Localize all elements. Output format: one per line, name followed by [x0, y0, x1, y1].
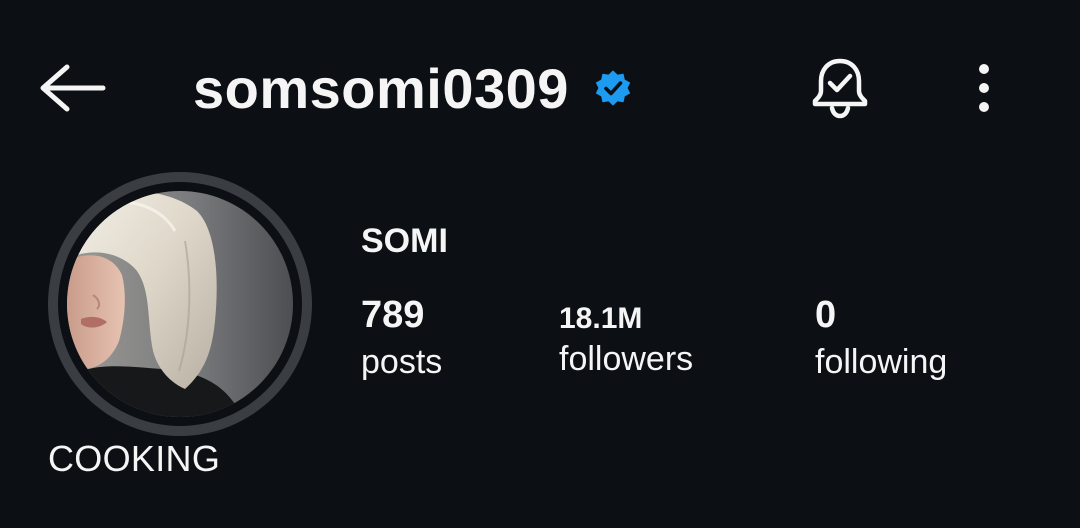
stat-posts[interactable]: 789 posts [361, 294, 442, 382]
avatar-frame [58, 182, 302, 426]
arrow-left-icon [40, 64, 106, 112]
display-name: SOMI [361, 222, 448, 260]
stat-followers[interactable]: 18.1M followers [559, 302, 693, 379]
posts-count: 789 [361, 294, 425, 336]
more-vertical-icon [979, 64, 989, 112]
username: somsomi0309 [193, 56, 569, 120]
notifications-button[interactable] [806, 52, 874, 124]
bell-check-icon [812, 58, 868, 119]
posts-label: posts [361, 343, 443, 381]
stat-following[interactable]: 0 following [815, 294, 947, 382]
followers-count: 18.1M [559, 302, 643, 335]
following-count: 0 [815, 294, 837, 336]
avatar-ring[interactable] [48, 172, 312, 436]
verified-badge-icon [593, 68, 633, 108]
back-button[interactable] [36, 56, 108, 120]
header-title: somsomi0309 [193, 52, 633, 124]
followers-label: followers [559, 340, 694, 378]
following-label: following [815, 343, 948, 381]
avatar [67, 191, 293, 417]
note-label[interactable]: COOKING [48, 438, 220, 480]
more-options-button[interactable] [960, 58, 1008, 118]
